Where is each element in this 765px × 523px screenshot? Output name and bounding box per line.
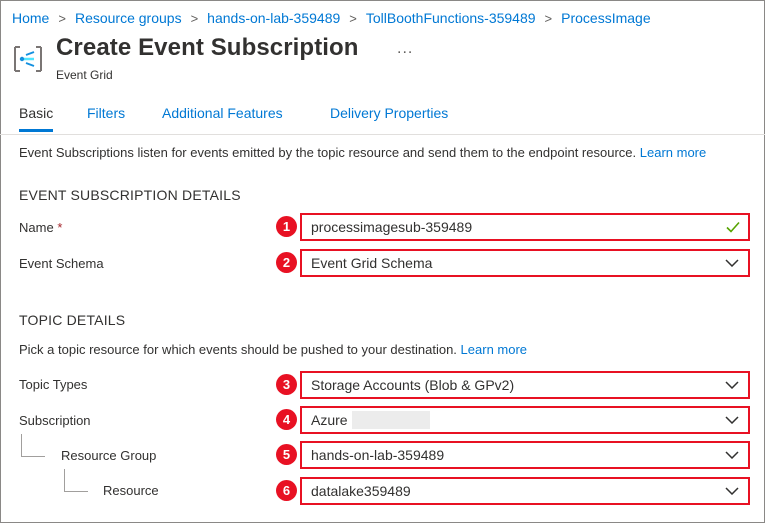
event-grid-icon (14, 46, 42, 72)
step-badge-3: 3 (276, 374, 297, 395)
breadcrumb-separator: > (349, 10, 357, 26)
checkmark-icon (726, 221, 740, 233)
subscription-dropdown[interactable]: Azure (300, 406, 750, 434)
resource-value: datalake359489 (311, 483, 411, 499)
event-schema-label: Event Schema (19, 256, 104, 271)
breadcrumb-separator: > (544, 10, 553, 26)
breadcrumb-separator: > (190, 10, 199, 26)
tab-filters[interactable]: Filters (87, 100, 125, 133)
step-badge-6: 6 (276, 480, 297, 501)
tree-connector (21, 434, 45, 457)
step-badge-5: 5 (276, 444, 297, 465)
event-schema-value: Event Grid Schema (311, 255, 433, 271)
info-description: Event Subscriptions listen for events em… (19, 145, 637, 160)
section-heading-event-subscription-details: EVENT SUBSCRIPTION DETAILS (19, 187, 241, 203)
step-badge-2: 2 (276, 252, 297, 273)
breadcrumb-resource-group[interactable]: hands-on-lab-359489 (207, 10, 340, 26)
resource-group-dropdown[interactable]: hands-on-lab-359489 (300, 441, 750, 469)
chevron-down-icon (725, 416, 739, 424)
topic-description-text: Pick a topic resource for which events s… (19, 342, 457, 357)
tab-divider (0, 134, 765, 135)
resource-group-value: hands-on-lab-359489 (311, 447, 445, 463)
tree-connector (64, 469, 88, 492)
step-badge-4: 4 (276, 409, 297, 430)
topic-types-dropdown[interactable]: Storage Accounts (Blob & GPv2) (300, 371, 750, 399)
name-input-value: processimagesub-359489 (311, 219, 473, 235)
tab-delivery-properties[interactable]: Delivery Properties (330, 100, 448, 133)
subscription-label: Subscription (19, 413, 91, 428)
topic-description: Pick a topic resource for which events s… (19, 342, 527, 357)
learn-more-link[interactable]: Learn more (640, 145, 706, 160)
topic-types-label: Topic Types (19, 377, 88, 392)
resource-group-label: Resource Group (61, 448, 157, 463)
event-schema-dropdown[interactable]: Event Grid Schema (300, 249, 750, 277)
breadcrumb: Home > Resource groups > hands-on-lab-35… (12, 9, 651, 27)
breadcrumb-separator: > (58, 10, 66, 26)
chevron-down-icon (725, 381, 739, 389)
name-label: Name * (19, 220, 62, 235)
step-badge-1: 1 (276, 216, 297, 237)
page-subtitle: Event Grid (56, 68, 113, 82)
subscription-value: Azure (311, 412, 348, 428)
resource-dropdown[interactable]: datalake359489 (300, 477, 750, 505)
section-heading-topic-details: TOPIC DETAILS (19, 312, 126, 328)
name-input[interactable]: processimagesub-359489 (300, 213, 750, 241)
name-label-text: Name (19, 220, 54, 235)
tab-basic[interactable]: Basic (19, 100, 54, 133)
chevron-down-icon (725, 451, 739, 459)
breadcrumb-function-app[interactable]: TollBoothFunctions-359489 (366, 10, 536, 26)
chevron-down-icon (725, 259, 739, 267)
redacted-block (351, 411, 430, 430)
chevron-down-icon (725, 487, 739, 495)
ellipsis-icon[interactable]: ... (397, 40, 413, 58)
tab-additional-features[interactable]: Additional Features (162, 100, 283, 133)
page-title: Create Event Subscription (56, 34, 359, 61)
info-text: Event Subscriptions listen for events em… (19, 145, 706, 160)
topic-types-value: Storage Accounts (Blob & GPv2) (311, 377, 515, 393)
required-mark: * (57, 220, 63, 235)
breadcrumb-home[interactable]: Home (12, 10, 49, 26)
resource-label: Resource (103, 483, 159, 498)
topic-learn-more-link[interactable]: Learn more (461, 342, 527, 357)
breadcrumb-function[interactable]: ProcessImage (561, 10, 650, 26)
breadcrumb-resource-groups[interactable]: Resource groups (75, 10, 182, 26)
